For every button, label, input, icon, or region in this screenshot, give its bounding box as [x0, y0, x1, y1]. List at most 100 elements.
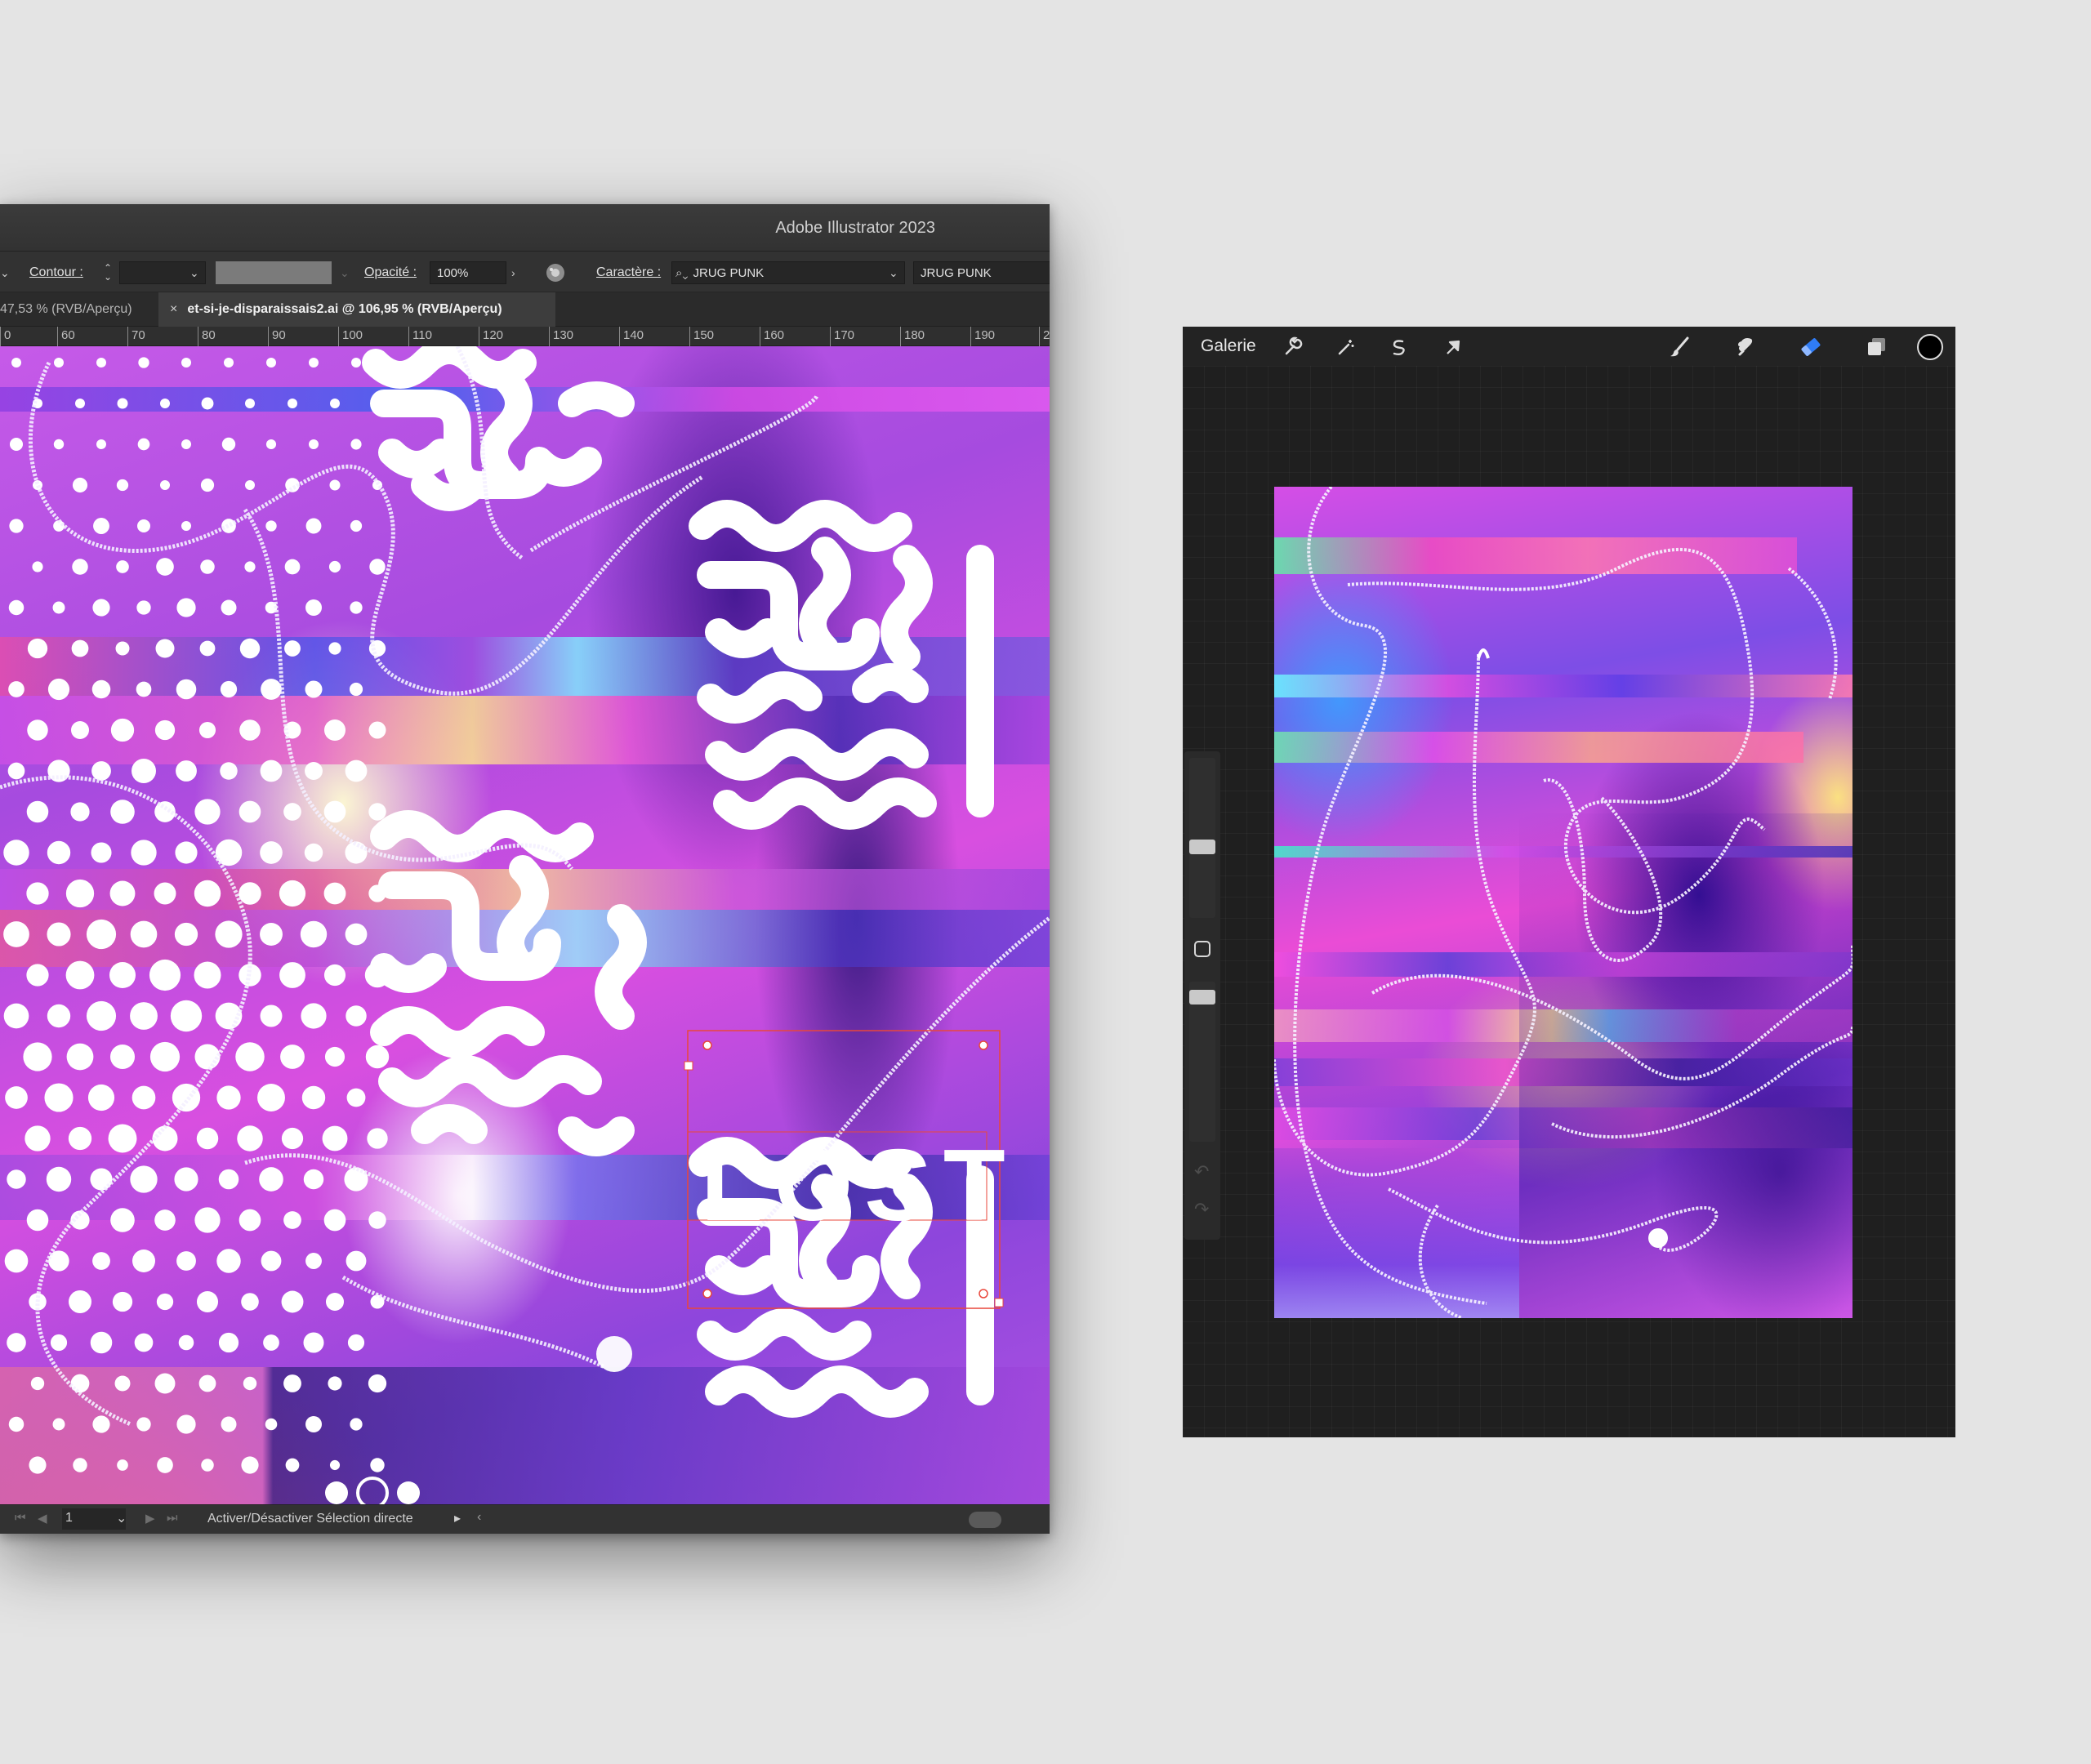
- color-icon[interactable]: [1916, 333, 1944, 361]
- halftone-dot: [96, 439, 106, 449]
- halftone-dot: [114, 1375, 131, 1392]
- smudge-icon[interactable]: [1732, 333, 1759, 361]
- ruler-tick: 100: [338, 327, 363, 346]
- modify-button[interactable]: [1194, 941, 1210, 957]
- halftone-dot: [356, 1477, 389, 1504]
- opacity-label[interactable]: Opacité :: [364, 261, 417, 284]
- artboard-canvas[interactable]: LOST: [0, 346, 1050, 1504]
- halftone-dot: [323, 800, 346, 823]
- horizontal-ruler[interactable]: 0 60 70 80 90 100 110 120 130 140 150 16…: [0, 327, 1050, 346]
- chevron-down-icon[interactable]: ⌄: [116, 1510, 127, 1526]
- close-icon[interactable]: ×: [170, 302, 177, 317]
- redo-icon[interactable]: ↷: [1194, 1199, 1209, 1220]
- halftone-dot: [370, 1294, 385, 1309]
- halftone-dot: [243, 1376, 257, 1391]
- magic-wand-icon[interactable]: [1331, 333, 1359, 361]
- halftone-dot: [260, 923, 283, 946]
- halftone-dot: [93, 518, 109, 534]
- halftone-dot: [344, 1167, 368, 1192]
- ruler-tick: 180: [900, 327, 925, 346]
- eraser-icon[interactable]: [1797, 333, 1825, 361]
- next-page-icon[interactable]: ▶: [145, 1511, 155, 1526]
- last-page-icon[interactable]: ⏭: [167, 1511, 178, 1525]
- chevron-down-icon[interactable]: ⌄: [889, 261, 898, 284]
- halftone-dot: [239, 882, 261, 905]
- halftone-dot: [170, 1000, 203, 1032]
- halftone-dot: [283, 1374, 301, 1392]
- halftone-dot: [66, 1043, 94, 1071]
- halftone-dot: [284, 640, 301, 657]
- halftone-dot: [259, 1167, 283, 1192]
- halftone-dot: [3, 921, 29, 947]
- brush-size-slider[interactable]: [1189, 758, 1215, 918]
- halftone-dot: [245, 480, 255, 490]
- chevron-right-icon[interactable]: ▸: [454, 1510, 461, 1526]
- slider-thumb[interactable]: [1189, 840, 1215, 854]
- halftone-dot: [325, 1292, 345, 1312]
- horizontal-scrollbar-thumb[interactable]: [969, 1512, 1001, 1528]
- halftone-dot: [239, 1209, 261, 1232]
- procreate-artwork[interactable]: [1274, 487, 1852, 1318]
- halftone-dot: [324, 1046, 346, 1067]
- opacity-slider[interactable]: [1189, 982, 1215, 1142]
- halftone-dot: [181, 439, 191, 449]
- opacity-field[interactable]: 100%: [430, 261, 506, 284]
- chevron-right-icon[interactable]: ›: [511, 261, 515, 284]
- halftone-dot: [198, 1374, 216, 1392]
- halftone-dot: [194, 880, 221, 907]
- halftone-dot: [201, 397, 214, 410]
- tab-document-2[interactable]: × et-si-je-disparaissais2.ai @ 106,95 % …: [158, 292, 555, 327]
- lost-text[interactable]: LOST: [701, 1129, 1017, 1242]
- halftone-dot: [346, 1088, 366, 1107]
- recolor-icon[interactable]: [544, 261, 567, 284]
- halftone-dot: [112, 1291, 133, 1312]
- halftone-dot: [23, 1042, 52, 1071]
- selection-icon[interactable]: [1385, 333, 1413, 361]
- halftone-dot: [218, 1169, 239, 1190]
- halftone-dot: [260, 760, 283, 782]
- chevron-down-icon[interactable]: ⌄: [189, 261, 199, 284]
- transform-arrow-icon[interactable]: [1439, 333, 1467, 361]
- scroll-left-icon[interactable]: ‹: [477, 1510, 481, 1525]
- undo-icon[interactable]: ↶: [1194, 1161, 1209, 1183]
- stroke-stepper[interactable]: ⌃ ⌄: [101, 261, 114, 284]
- halftone-dot: [50, 1334, 68, 1352]
- tab-document-1[interactable]: 47,53 % (RVB/Aperçu): [0, 292, 158, 327]
- ruler-tick: 90: [268, 327, 286, 346]
- halftone-dot: [200, 559, 215, 574]
- previous-page-icon[interactable]: ◀: [38, 1511, 47, 1526]
- halftone-dot: [132, 1085, 156, 1110]
- brush-icon[interactable]: [1666, 333, 1694, 361]
- halftone-dot: [27, 719, 48, 741]
- halftone-dot: [8, 1416, 25, 1432]
- chevron-down-icon[interactable]: ⌄: [0, 261, 11, 284]
- wrench-icon[interactable]: [1277, 333, 1305, 361]
- font-style-field[interactable]: JRUG PUNK: [913, 261, 1050, 284]
- ruler-tick: 160: [760, 327, 784, 346]
- variable-width-profile[interactable]: [216, 261, 332, 284]
- halftone-dot: [32, 561, 43, 572]
- halftone-dot: [152, 1125, 178, 1152]
- halftone-dot: [65, 960, 95, 990]
- halftone-dot: [216, 1085, 241, 1110]
- halftone-dot: [52, 1418, 65, 1431]
- slider-thumb[interactable]: [1189, 990, 1215, 1004]
- first-page-icon[interactable]: ⏮: [15, 1511, 26, 1525]
- halftone-dot: [283, 803, 301, 821]
- halftone-dot: [3, 840, 29, 866]
- status-text[interactable]: Activer/Désactiver Sélection directe: [207, 1512, 413, 1526]
- character-label[interactable]: Caractère :: [596, 261, 661, 284]
- document-tabs: 47,53 % (RVB/Aperçu) × et-si-je-disparai…: [0, 292, 1050, 327]
- halftone-dot: [260, 1004, 283, 1027]
- halftone-dot: [109, 961, 136, 989]
- gallery-button[interactable]: Galerie: [1201, 336, 1256, 356]
- halftone-dot: [44, 1083, 74, 1112]
- font-family-field[interactable]: ⌕⌄ JRUG PUNK: [671, 261, 905, 284]
- halftone-dot: [154, 1373, 176, 1394]
- chevron-down-icon[interactable]: ⌄: [340, 261, 350, 284]
- halftone-dot: [329, 1459, 341, 1471]
- contour-label[interactable]: Contour :: [29, 261, 83, 284]
- halftone-dot: [75, 399, 85, 408]
- halftone-dot: [281, 1290, 304, 1313]
- layers-icon[interactable]: [1862, 333, 1890, 361]
